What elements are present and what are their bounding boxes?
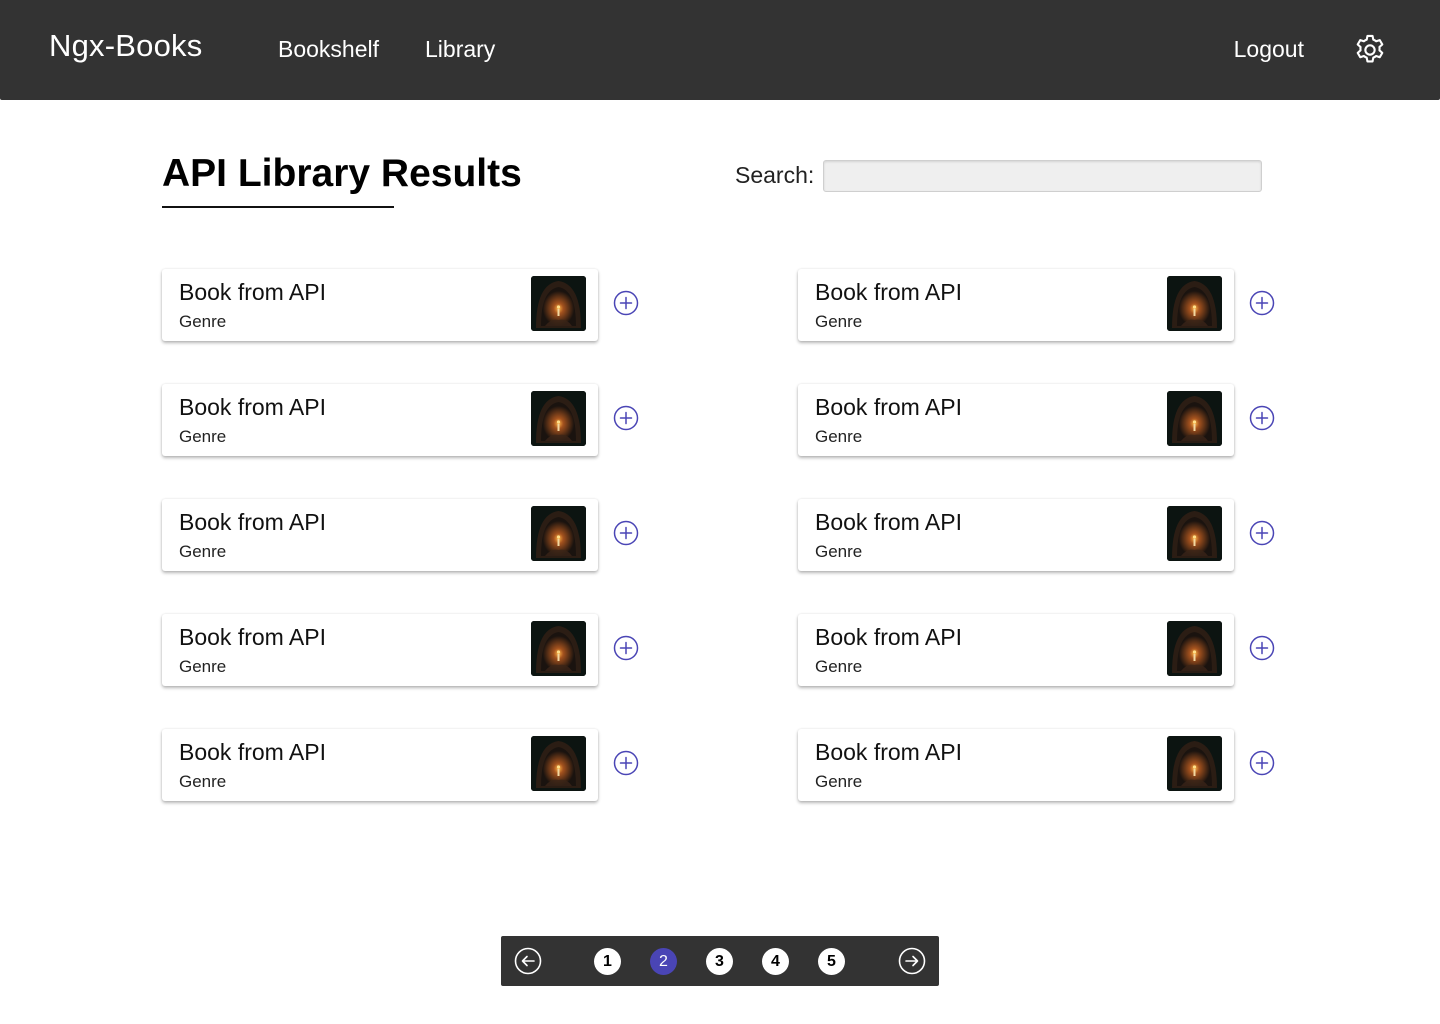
add-circle-icon[interactable] <box>1249 290 1275 316</box>
add-circle-icon[interactable] <box>613 635 639 661</box>
book-title: Book from API <box>179 509 327 535</box>
nav-bookshelf[interactable]: Bookshelf <box>278 36 379 63</box>
gear-icon[interactable] <box>1352 32 1388 68</box>
book-cover-image <box>531 736 586 791</box>
page-4-button[interactable]: 4 <box>762 948 789 975</box>
add-circle-icon[interactable] <box>613 520 639 546</box>
book-title: Book from API <box>179 624 327 650</box>
add-circle-icon[interactable] <box>613 290 639 316</box>
book-cover-image <box>1167 391 1222 446</box>
add-circle-icon[interactable] <box>1249 405 1275 431</box>
book-genre: Genre <box>179 772 227 791</box>
book-genre: Genre <box>179 542 227 561</box>
book-genre: Genre <box>815 772 863 791</box>
book-title: Book from API <box>815 739 963 765</box>
nav-library[interactable]: Library <box>425 36 495 63</box>
book-genre: Genre <box>815 427 863 446</box>
book-card[interactable]: Book from API Genre <box>798 614 1234 686</box>
book-cover-image <box>1167 276 1222 331</box>
book-title: Book from API <box>815 509 963 535</box>
book-genre: Genre <box>179 657 227 676</box>
page-1-button[interactable]: 1 <box>594 948 621 975</box>
page-title: API Library Results <box>162 152 522 195</box>
add-circle-icon[interactable] <box>1249 750 1275 776</box>
book-card[interactable]: Book from API Genre <box>798 384 1234 456</box>
book-cover-image <box>531 391 586 446</box>
top-navbar: Ngx-Books Bookshelf Library Logout <box>0 0 1440 100</box>
book-cover-image <box>1167 506 1222 561</box>
search-input[interactable] <box>823 160 1262 192</box>
title-underline <box>162 206 394 208</box>
book-cover-image <box>1167 736 1222 791</box>
book-title: Book from API <box>815 624 963 650</box>
book-cover-image <box>531 621 586 676</box>
book-cover-image <box>531 506 586 561</box>
add-circle-icon[interactable] <box>613 750 639 776</box>
book-title: Book from API <box>179 279 327 305</box>
book-title: Book from API <box>815 279 963 305</box>
book-genre: Genre <box>815 542 863 561</box>
book-title: Book from API <box>179 394 327 420</box>
logout-button[interactable]: Logout <box>1234 36 1304 63</box>
arrow-left-circle-icon[interactable] <box>514 947 542 975</box>
book-title: Book from API <box>179 739 327 765</box>
add-circle-icon[interactable] <box>1249 635 1275 661</box>
book-card[interactable]: Book from API Genre <box>798 269 1234 341</box>
book-title: Book from API <box>815 394 963 420</box>
page-3-button[interactable]: 3 <box>706 948 733 975</box>
book-genre: Genre <box>815 312 863 331</box>
book-card[interactable]: Book from API Genre <box>162 269 598 341</box>
book-card[interactable]: Book from API Genre <box>798 499 1234 571</box>
search-label: Search: <box>735 162 815 188</box>
page-2-button[interactable]: 2 <box>650 948 677 975</box>
brand-logo[interactable]: Ngx-Books <box>49 28 202 64</box>
book-card[interactable]: Book from API Genre <box>162 499 598 571</box>
book-genre: Genre <box>179 427 227 446</box>
book-cover-image <box>1167 621 1222 676</box>
book-genre: Genre <box>179 312 227 331</box>
book-card[interactable]: Book from API Genre <box>162 384 598 456</box>
book-card[interactable]: Book from API Genre <box>162 729 598 801</box>
page-5-button[interactable]: 5 <box>818 948 845 975</box>
arrow-right-circle-icon[interactable] <box>898 947 926 975</box>
pagination: 1 2 3 4 5 <box>501 936 939 986</box>
book-genre: Genre <box>815 657 863 676</box>
add-circle-icon[interactable] <box>613 405 639 431</box>
book-card[interactable]: Book from API Genre <box>798 729 1234 801</box>
add-circle-icon[interactable] <box>1249 520 1275 546</box>
book-cover-image <box>531 276 586 331</box>
book-card[interactable]: Book from API Genre <box>162 614 598 686</box>
